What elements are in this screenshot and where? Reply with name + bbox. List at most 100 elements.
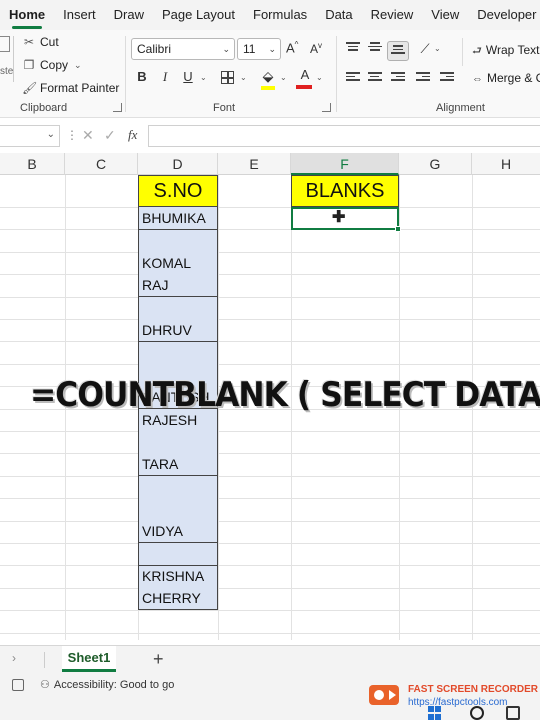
chevron-down-icon[interactable]: ⌄ — [74, 60, 82, 71]
decrease-indent-icon[interactable] — [416, 72, 430, 84]
underline-button[interactable]: U — [179, 67, 197, 87]
task-view-icon[interactable] — [506, 706, 520, 720]
alignment-group-label: Alignment — [436, 102, 485, 114]
tab-home[interactable]: Home — [0, 0, 54, 30]
align-middle-icon[interactable] — [368, 42, 382, 54]
align-right-icon[interactable] — [391, 72, 405, 84]
gridline — [0, 521, 540, 522]
wrap-text-button[interactable]: ⮐ Wrap Text — [472, 42, 539, 61]
tab-page-layout[interactable]: Page Layout — [153, 0, 244, 30]
tab-insert[interactable]: Insert — [54, 0, 105, 30]
insert-function-button[interactable]: fx — [128, 127, 137, 143]
gridline — [0, 543, 540, 544]
data-cell[interactable]: DHRUV — [138, 319, 218, 342]
data-cell[interactable] — [138, 431, 218, 454]
paintbrush-icon: 🖌 — [22, 81, 38, 95]
macro-record-icon[interactable] — [12, 679, 24, 691]
formula-caption: =COUNTBLANK ( SELECT DATA) — [30, 375, 540, 415]
align-top-icon[interactable] — [346, 42, 360, 54]
orientation-icon[interactable]: ⟋ — [416, 39, 434, 59]
chevron-down-icon: ⌄ — [222, 44, 230, 54]
column-header-f[interactable]: F — [291, 153, 399, 175]
recorder-url: https://fastpctools.com — [408, 697, 508, 708]
chevron-down-icon[interactable]: ⌄ — [200, 73, 207, 82]
align-center-icon[interactable] — [368, 72, 382, 84]
sheet-tab-sheet1[interactable]: Sheet1 — [62, 646, 116, 672]
data-cell[interactable] — [138, 230, 218, 253]
column-header-d[interactable]: D — [138, 153, 218, 175]
enter-icon[interactable]: ✓ — [104, 127, 116, 144]
column-header-c[interactable]: C — [65, 153, 138, 175]
cell-cursor-icon: ✚ — [332, 209, 346, 226]
blanks-header-cell[interactable]: BLANKS — [291, 175, 399, 207]
merge-center-button[interactable]: ⇔ Merge & C — [472, 71, 540, 85]
bold-button[interactable]: B — [133, 67, 151, 87]
tab-data[interactable]: Data — [316, 0, 361, 30]
gridline — [0, 633, 540, 634]
cut-label: Cut — [40, 35, 59, 49]
font-group-label: Font — [213, 102, 236, 114]
data-cell[interactable]: RAJ — [138, 274, 218, 297]
search-icon[interactable] — [470, 706, 484, 720]
data-cell[interactable] — [138, 297, 218, 320]
copy-icon: ❐ — [23, 58, 35, 72]
gridline — [0, 341, 540, 342]
decrease-font-size-button[interactable]: Av — [310, 41, 322, 56]
tab-review[interactable]: Review — [362, 0, 423, 30]
tab-view[interactable]: View — [422, 0, 468, 30]
data-cell[interactable]: VIDYA — [138, 520, 218, 543]
more-options-icon[interactable]: ⋮ — [66, 128, 78, 142]
chevron-right-icon[interactable]: › — [12, 651, 16, 665]
font-name-value: Calibri — [137, 42, 172, 56]
data-cell[interactable]: KRISHNA — [138, 565, 218, 588]
font-size-select[interactable]: 11 ⌄ — [237, 38, 281, 60]
italic-button[interactable]: I — [156, 67, 174, 87]
column-header-e[interactable]: E — [218, 153, 291, 175]
copy-button[interactable]: ❐ Copy ⌄ — [22, 58, 82, 72]
clipboard-group-label: Clipboard — [20, 102, 68, 114]
data-cell[interactable]: CHERRY — [138, 587, 218, 610]
column-header-g[interactable]: G — [399, 153, 472, 175]
accessibility-icon: ⚇ — [40, 679, 50, 691]
tab-draw[interactable]: Draw — [105, 0, 153, 30]
font-name-select[interactable]: Calibri ⌄ — [131, 38, 235, 60]
name-box[interactable]: ⌄ — [0, 125, 60, 147]
chevron-down-icon[interactable]: ⌄ — [47, 129, 55, 140]
increase-font-size-button[interactable]: A^ — [286, 40, 298, 55]
data-cell[interactable]: TARA — [138, 453, 218, 476]
data-cell[interactable] — [138, 543, 218, 566]
shrink-font-icon: A — [310, 42, 319, 56]
gridline — [0, 364, 540, 365]
windows-start-icon[interactable] — [428, 706, 442, 720]
merge-icon: ⇔ — [472, 73, 483, 85]
formula-input[interactable] — [148, 125, 540, 147]
column-header-h[interactable]: H — [472, 153, 540, 175]
chevron-down-icon[interactable]: ⌄ — [316, 73, 323, 82]
data-cell[interactable] — [138, 476, 218, 499]
align-left-icon[interactable] — [346, 72, 360, 84]
data-cell[interactable]: BHUMIKA — [138, 207, 218, 230]
font-color-button[interactable]: A — [296, 65, 314, 85]
increase-indent-icon[interactable] — [440, 72, 454, 84]
cut-button[interactable]: ✂ Cut — [22, 35, 59, 49]
fill-color-icon[interactable]: ⬙ — [259, 66, 277, 86]
data-cell[interactable] — [138, 498, 218, 521]
cancel-icon[interactable]: ✕ — [82, 127, 94, 144]
column-header-b[interactable]: B — [0, 153, 65, 175]
clipboard-launcher-icon[interactable] — [113, 103, 122, 112]
chevron-down-icon[interactable]: ⌄ — [434, 44, 441, 53]
chevron-down-icon[interactable]: ⌄ — [240, 73, 247, 82]
fill-handle[interactable] — [395, 226, 401, 232]
data-cell[interactable] — [138, 342, 218, 365]
tab-formulas[interactable]: Formulas — [244, 0, 316, 30]
borders-icon[interactable] — [221, 71, 234, 84]
sno-header-cell[interactable]: S.NO — [138, 175, 218, 207]
chevron-down-icon[interactable]: ⌄ — [280, 73, 287, 82]
font-launcher-icon[interactable] — [322, 103, 331, 112]
data-cell[interactable]: KOMAL — [138, 252, 218, 275]
paste-button[interactable]: ste — [0, 36, 14, 82]
tab-developer[interactable]: Developer — [468, 0, 540, 30]
format-painter-button[interactable]: 🖌 Format Painter — [22, 81, 119, 95]
accessibility-status[interactable]: ⚇ Accessibility: Good to go — [40, 678, 174, 691]
add-sheet-button[interactable]: + — [153, 649, 164, 670]
